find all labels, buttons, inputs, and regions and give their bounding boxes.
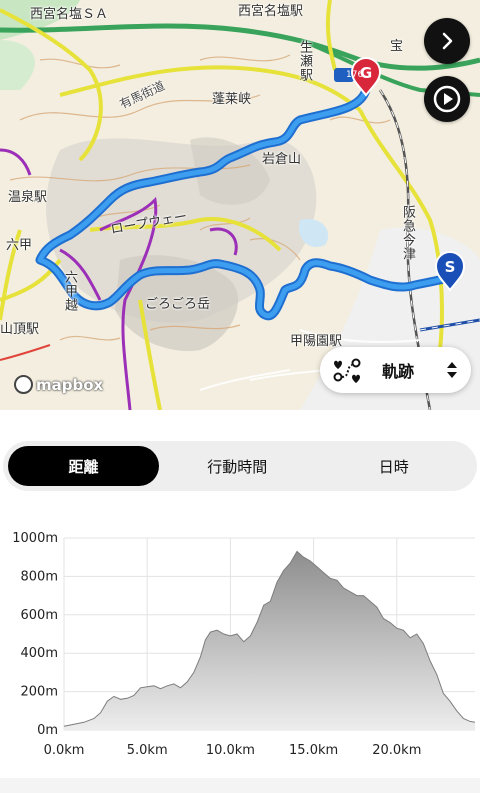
mapbox-logo-text: mapbox — [36, 375, 104, 394]
map-label-onsen: 温泉駅 — [8, 190, 48, 205]
map-label-sancho: 山頂駅 — [0, 322, 40, 337]
y-tick-label: 600m — [21, 608, 58, 623]
map-label-horaikyo: 蓬莱峡 — [212, 92, 252, 107]
map-label-kabuto: 宝 — [390, 39, 404, 54]
next-button[interactable] — [424, 18, 470, 64]
mapbox-logo: mapbox — [14, 375, 103, 394]
map-label-koyoen: 甲陽園駅 — [290, 334, 343, 349]
y-tick-label: 400m — [21, 646, 58, 661]
play-button[interactable] — [424, 76, 470, 122]
bottom-bar — [0, 778, 480, 793]
route-icon — [333, 358, 361, 383]
play-icon — [433, 85, 461, 113]
y-tick-label: 200m — [21, 685, 58, 700]
track-selector-label: 軌跡 — [382, 362, 415, 381]
map-label-rokko: 六甲 — [6, 238, 33, 253]
map-label-hankyu: 阪急今津 — [400, 205, 415, 261]
elevation-chart: 0m 200m 400m 600m 800m 1000m 0.0km 5.0km 10.0km… — [12, 531, 476, 758]
chevron-right-icon — [442, 32, 453, 50]
track-selector[interactable]: 軌跡 — [320, 347, 471, 393]
y-tick-label: 1000m — [12, 531, 58, 546]
tab-distance[interactable]: 距離 — [8, 446, 159, 486]
map-label-iwakurayama: 岩倉山 — [262, 152, 302, 167]
tab-datetime[interactable]: 日時 — [316, 446, 473, 486]
segmented-control: 距離 行動時間 日時 — [3, 441, 477, 491]
map-label-rokkoetsu: 六甲越 — [62, 270, 77, 312]
goal-marker-label[interactable]: G — [359, 64, 373, 82]
x-tick-label: 20.0km — [372, 743, 421, 758]
tab-moving-time[interactable]: 行動時間 — [159, 446, 316, 486]
map-view[interactable]: 西宮名塩ＳＡ 西宮名塩駅 有馬街道 蓬莱峡 生瀬駅 岩倉山 温泉駅 六甲 六甲越… — [0, 0, 480, 410]
map-label-namaze: 生瀬駅 — [297, 40, 312, 82]
x-tick-label: 5.0km — [127, 743, 168, 758]
x-tick-label: 15.0km — [289, 743, 338, 758]
elevation-area — [64, 551, 475, 730]
y-tick-label: 800m — [21, 569, 58, 584]
x-tick-label: 10.0km — [206, 743, 255, 758]
map-label-station: 西宮名塩駅 — [238, 4, 304, 19]
map-label-sa: 西宮名塩ＳＡ — [30, 7, 109, 22]
start-marker-label[interactable]: S — [443, 258, 457, 276]
x-tick-label: 0.0km — [44, 743, 85, 758]
mapbox-logo-icon — [14, 375, 33, 394]
map-label-gorogoro: ごろごろ岳 — [145, 297, 211, 312]
sort-icon — [447, 362, 457, 378]
y-tick-label: 0m — [37, 723, 58, 738]
